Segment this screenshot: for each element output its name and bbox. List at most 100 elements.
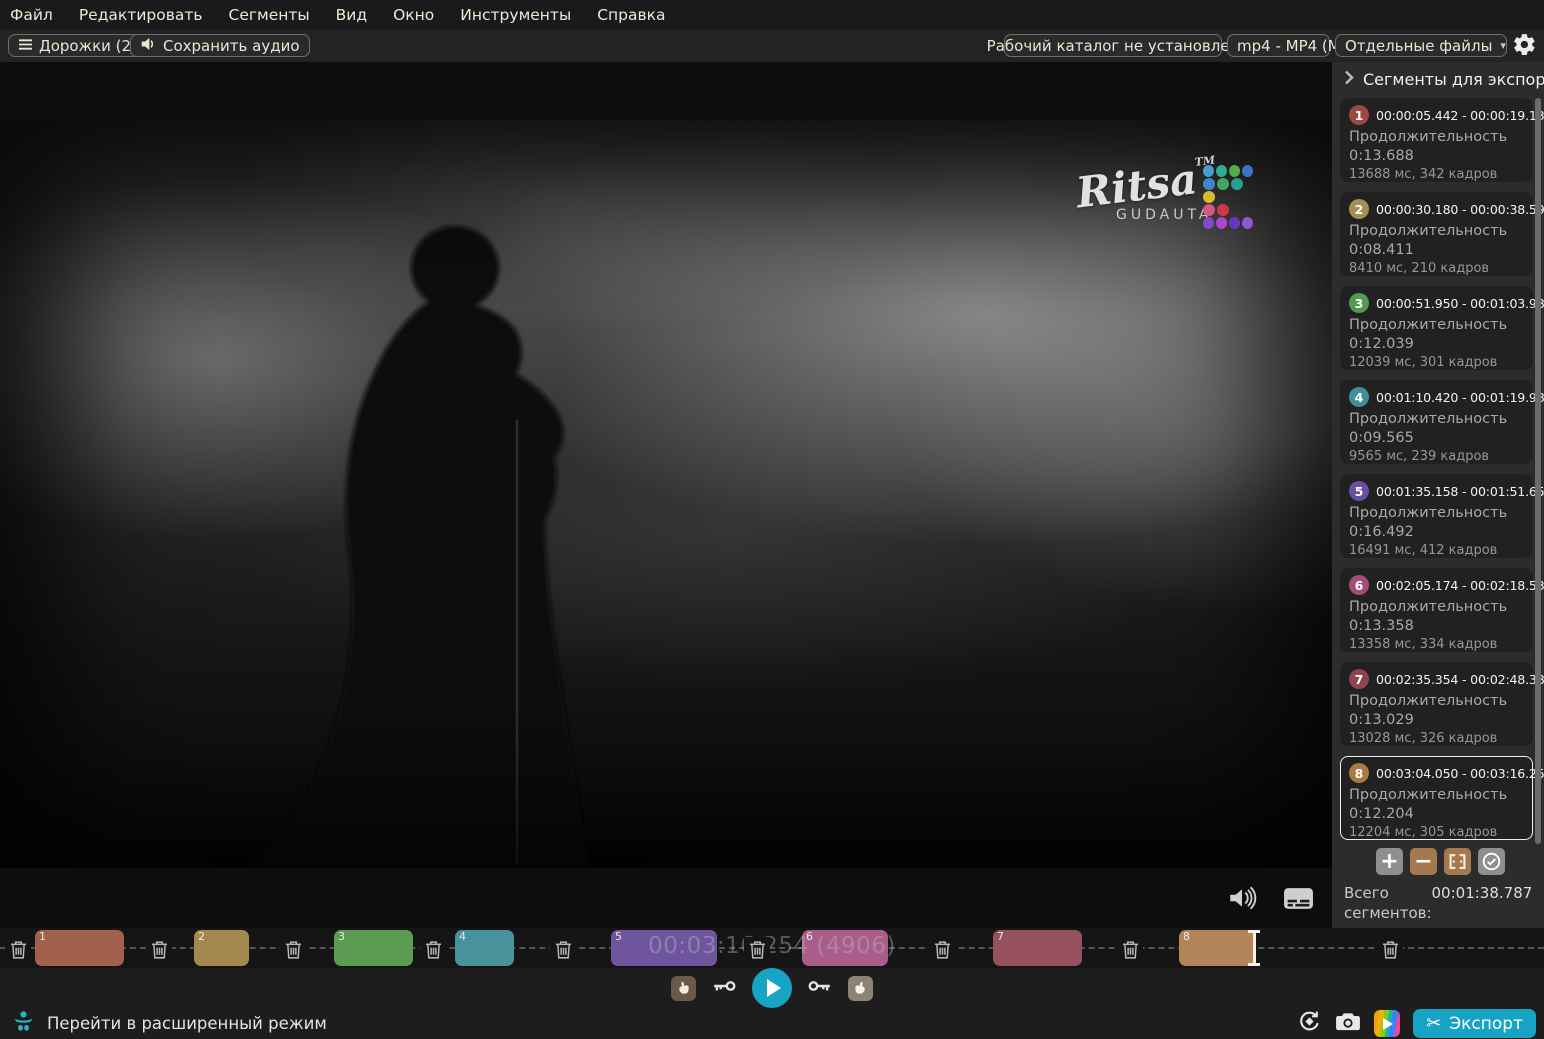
- segment-card-header: 100:00:05.442 - 00:00:19.131: [1349, 105, 1524, 125]
- set-cut-start-button[interactable]: [671, 976, 696, 1001]
- select-segments-button[interactable]: [1478, 848, 1505, 875]
- timeline-segment-number: 5: [615, 930, 622, 943]
- delete-segment-icon[interactable]: [280, 937, 306, 961]
- segment-number-badge: 5: [1349, 481, 1369, 501]
- segment-card[interactable]: 600:02:05.174 - 00:02:18.532Продолжитель…: [1340, 568, 1533, 652]
- segment-number-badge: 6: [1349, 575, 1369, 595]
- next-keyframe-icon[interactable]: [808, 978, 832, 998]
- delete-segment-icon[interactable]: [929, 937, 955, 961]
- speaker-icon: [140, 37, 157, 55]
- export-button[interactable]: ✂ Экспорт: [1413, 1009, 1536, 1038]
- person-icon: [12, 1010, 35, 1037]
- timeline-segment-number: 2: [198, 930, 205, 943]
- playhead-cursor[interactable]: [1248, 928, 1260, 968]
- segment-list: 100:00:05.442 - 00:00:19.131 Продолжитель…: [1340, 98, 1533, 850]
- add-segment-button[interactable]: +: [1376, 848, 1403, 875]
- video-player[interactable]: RitsaTM GUDAUTA: [0, 62, 1332, 928]
- advanced-mode-toggle[interactable]: Перейти в расширенный режим: [12, 1010, 327, 1037]
- timeline[interactable]: 00:03:16.254 (4906) 12345678: [0, 928, 1544, 968]
- segments-header-label: Сегменты для экспорта:: [1363, 70, 1544, 89]
- segment-card[interactable]: 700:02:35.354 - 00:02:48.382Продолжитель…: [1340, 662, 1533, 746]
- sidebar-scrollbar[interactable]: [1535, 98, 1541, 844]
- delete-segment-icon[interactable]: [1117, 937, 1143, 961]
- format-dropdown[interactable]: mp4 - MP4 (M ▾: [1227, 34, 1330, 57]
- timeline-segment-1[interactable]: 1: [35, 930, 124, 966]
- app-window: Файл Редактировать Сегменты Вид Окно Инструме…: [0, 0, 1544, 1039]
- segment-number-badge: 1: [1349, 105, 1369, 125]
- delete-segment-icon[interactable]: [1377, 937, 1403, 961]
- invert-segments-button[interactable]: [1444, 848, 1471, 875]
- timeline-segment-8[interactable]: 8: [1179, 930, 1254, 966]
- segments-header[interactable]: Сегменты для экспорта:: [1344, 70, 1544, 89]
- timeline-segment-2[interactable]: 2: [194, 930, 249, 966]
- menu-item-2[interactable]: Редактировать: [79, 6, 203, 24]
- segment-card-header: 600:02:05.174 - 00:02:18.532: [1349, 575, 1524, 595]
- menu-item-3[interactable]: Сегменты: [229, 6, 310, 24]
- segment-time-range: 00:00:05.442 - 00:00:19.131: [1376, 108, 1544, 123]
- menu-item-1[interactable]: Файл: [10, 6, 53, 24]
- segment-time-range: 00:00:30.180 - 00:00:38.591: [1376, 202, 1544, 217]
- remove-segment-button[interactable]: −: [1410, 848, 1437, 875]
- segment-card[interactable]: 100:00:05.442 - 00:00:19.131Продолжитель…: [1340, 98, 1533, 182]
- set-cut-end-button[interactable]: [848, 976, 873, 1001]
- working-dir-button[interactable]: Рабочий каталог не установлен: [1004, 34, 1222, 57]
- delete-segment-icon[interactable]: [744, 937, 770, 961]
- play-button[interactable]: [752, 968, 792, 1008]
- segment-duration: Продолжительность 0:12.039: [1349, 316, 1499, 354]
- segments-total-label: Всего сегментов:: [1344, 884, 1432, 923]
- segment-card[interactable]: 200:00:30.180 - 00:00:38.591Продолжитель…: [1340, 192, 1533, 276]
- camera-icon[interactable]: [1335, 1011, 1361, 1037]
- segment-card-header: 200:00:30.180 - 00:00:38.591: [1349, 199, 1524, 219]
- segment-card[interactable]: 400:01:10.420 - 00:01:19.986Продолжитель…: [1340, 380, 1533, 464]
- segment-time-range: 00:00:51.950 - 00:01:03.989: [1376, 296, 1544, 311]
- segment-card-header: 300:00:51.950 - 00:01:03.989: [1349, 293, 1524, 313]
- segments-total-value: 00:01:38.787: [1432, 884, 1533, 923]
- timeline-segment-6[interactable]: 6: [802, 930, 888, 966]
- menu-item-5[interactable]: Окно: [393, 6, 434, 24]
- volume-icon[interactable]: [1227, 886, 1257, 914]
- bottom-bar: Перейти в расширенный режим ✂ Экспорт: [0, 1008, 1544, 1039]
- delete-segment-icon[interactable]: [550, 937, 576, 961]
- logo-dot-row: [1203, 178, 1253, 190]
- play-logo-icon: [1383, 1018, 1393, 1030]
- settings-button[interactable]: [1511, 33, 1538, 60]
- app-logo-toggle[interactable]: [1374, 1010, 1400, 1037]
- logo-dot-row: [1203, 217, 1253, 229]
- timeline-segment-7[interactable]: 7: [993, 930, 1082, 966]
- segment-number-badge: 8: [1349, 763, 1369, 783]
- delete-segment-icon[interactable]: [420, 937, 446, 961]
- output-mode-dropdown[interactable]: Отдельные файлы ▾: [1335, 34, 1507, 57]
- segment-details: 13028 мс, 326 кадров: [1349, 731, 1524, 746]
- timeline-segment-4[interactable]: 4: [455, 930, 514, 966]
- subtitles-icon[interactable]: [1283, 887, 1314, 914]
- save-audio-label: Сохранить аудио: [163, 37, 300, 55]
- timeline-segment-number: 1: [39, 930, 46, 943]
- timeline-segment-number: 4: [459, 930, 466, 943]
- logo-dot: [1203, 204, 1215, 216]
- timeline-segment-number: 3: [338, 930, 345, 943]
- format-value: mp4 - MP4 (M: [1237, 37, 1341, 55]
- segment-card[interactable]: 300:00:51.950 - 00:01:03.989 Продолжитель…: [1340, 286, 1533, 370]
- chevron-down-icon: ▾: [1500, 39, 1506, 52]
- logo-dot-row: [1203, 165, 1253, 177]
- delete-segment-icon[interactable]: [146, 937, 172, 961]
- play-icon: [767, 979, 781, 997]
- rotate-icon[interactable]: [1297, 1009, 1322, 1038]
- timeline-segment-3[interactable]: 3: [334, 930, 413, 966]
- menu-item-7[interactable]: Справка: [597, 6, 665, 24]
- menu-item-6[interactable]: Инструменты: [460, 6, 571, 24]
- logo-dot-row: [1203, 204, 1253, 216]
- segment-number-badge: 3: [1349, 293, 1369, 313]
- segment-card[interactable]: 500:01:35.158 - 00:01:51.650Продолжитель…: [1340, 474, 1533, 558]
- logo-dot: [1229, 217, 1240, 229]
- menu-item-4[interactable]: Вид: [336, 6, 367, 24]
- delete-segment-icon[interactable]: [5, 937, 31, 961]
- logo-dot-row: [1203, 191, 1253, 203]
- logo-dot: [1217, 204, 1229, 216]
- prev-keyframe-icon[interactable]: [712, 978, 736, 998]
- logo-dot: [1242, 165, 1253, 177]
- logo-dot: [1203, 165, 1214, 177]
- segment-card[interactable]: 800:03:04.050 - 00:03:16.254Продолжитель…: [1340, 756, 1533, 840]
- timeline-segment-5[interactable]: 5: [611, 930, 717, 966]
- save-audio-button[interactable]: Сохранить аудио: [130, 34, 310, 57]
